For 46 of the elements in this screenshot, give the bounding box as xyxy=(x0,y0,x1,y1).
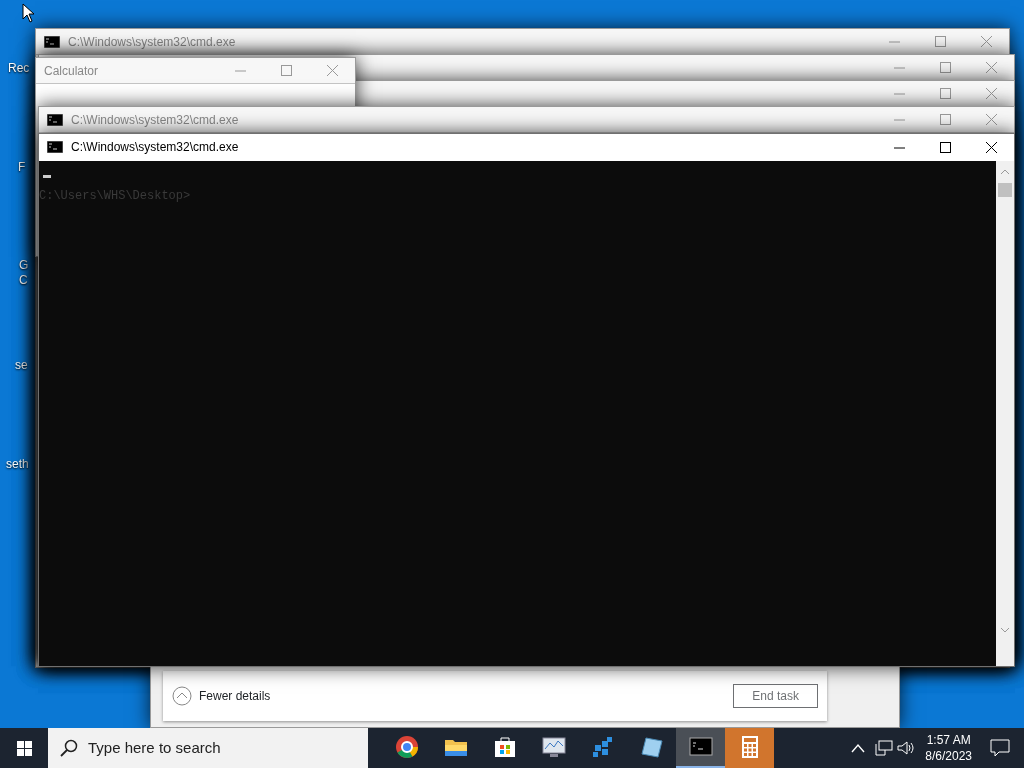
notepad-icon xyxy=(639,735,664,759)
console-icon xyxy=(47,141,63,153)
search-field[interactable]: Type here to search xyxy=(48,728,368,768)
browser-icon xyxy=(394,735,419,759)
maximize-icon xyxy=(939,114,951,125)
console-icon xyxy=(688,735,713,759)
window-title: C:\Windows\system32\cmd.exe xyxy=(71,139,239,156)
shopping-bag-icon xyxy=(492,735,517,759)
text-cursor xyxy=(43,175,51,178)
volume-icon[interactable] xyxy=(897,740,916,756)
close-icon xyxy=(985,141,997,153)
desktop-icon-label[interactable]: G xyxy=(19,256,29,274)
maximize-icon xyxy=(939,88,951,99)
window-title: C:\Windows\system32\cmd.exe xyxy=(71,111,239,129)
window-title: Calculator xyxy=(44,62,99,80)
desktop-icon-label[interactable]: seth xyxy=(6,455,29,473)
close-icon xyxy=(980,36,992,47)
desktop-icon-label[interactable]: Rec xyxy=(8,59,30,77)
taskbar-app-button[interactable] xyxy=(676,728,725,768)
window-title: C:\Windows\system32\cmd.exe xyxy=(68,33,236,51)
maximize-icon xyxy=(939,141,951,153)
cubes-icon xyxy=(590,735,615,759)
maximize-icon xyxy=(934,36,946,47)
chevron-up-icon[interactable] xyxy=(851,743,866,753)
collapse-icon[interactable] xyxy=(172,686,192,706)
console-icon xyxy=(47,113,63,126)
desktop-icon-label[interactable]: F xyxy=(18,158,26,176)
close-icon xyxy=(985,114,997,125)
windows-logo-icon xyxy=(16,740,32,756)
desktop-icon-label[interactable]: C xyxy=(19,271,28,289)
console-icon xyxy=(44,35,60,48)
close-icon xyxy=(985,62,997,73)
mouse-pointer-icon xyxy=(22,3,36,23)
network-icon[interactable] xyxy=(875,740,894,756)
close-icon xyxy=(985,88,997,99)
scrollbar[interactable] xyxy=(996,161,1014,666)
maximize-icon xyxy=(939,62,951,73)
notification-icon[interactable] xyxy=(990,739,1010,757)
fewer-details-link[interactable]: Fewer details xyxy=(199,687,271,705)
clock-time: 1:57 AM xyxy=(925,731,972,748)
close-icon xyxy=(326,65,338,76)
desktop-icon-label[interactable]: se xyxy=(15,356,28,374)
monitor-icon xyxy=(541,735,566,759)
search-icon xyxy=(60,739,78,757)
clock-date: 8/6/2023 xyxy=(925,748,972,765)
maximize-icon xyxy=(280,65,292,76)
